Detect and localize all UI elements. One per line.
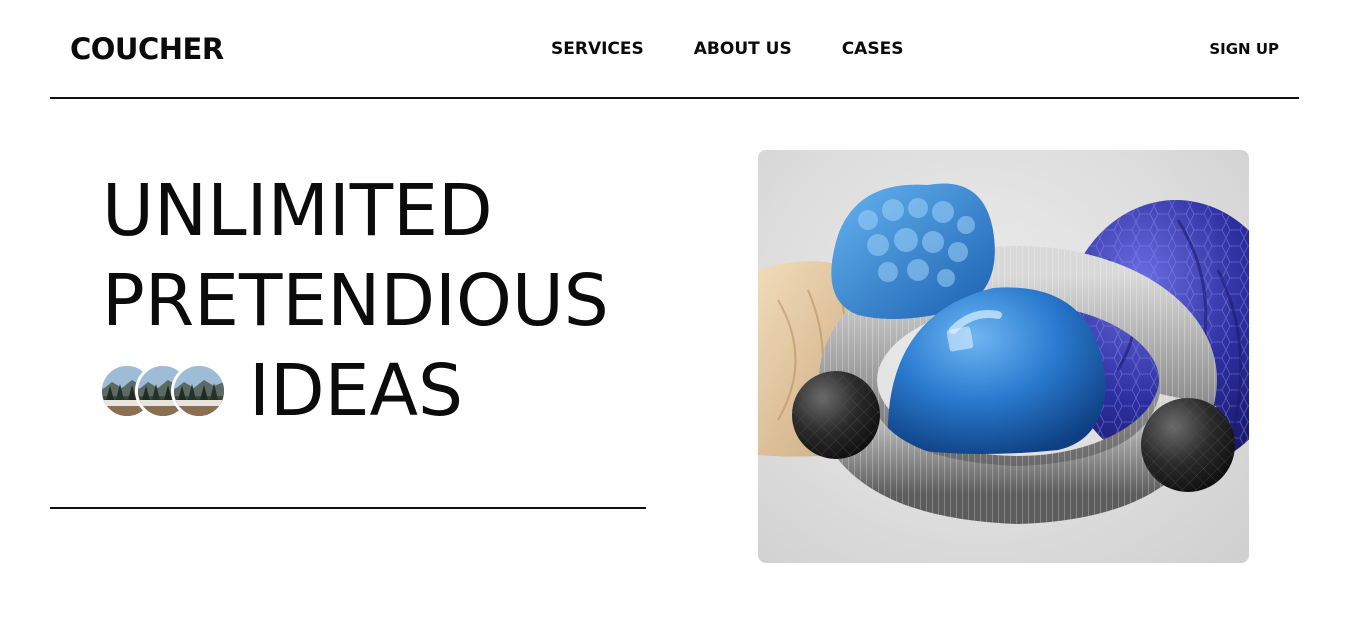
sign-up-link[interactable]: SIGN UP — [1209, 39, 1279, 59]
avatar-group — [99, 363, 227, 419]
hero-title-line-1: UNLIMITED — [102, 169, 493, 252]
landing-page: COUCHER SERVICES ABOUT US CASES SIGN UP … — [0, 0, 1348, 640]
logo[interactable]: COUCHER — [70, 31, 224, 67]
avatar — [171, 363, 227, 419]
hero-title-line-2: PRETENDIOUS — [102, 259, 609, 342]
abstract-3d-shapes-illustration — [758, 183, 1249, 525]
hero-title: UNLIMITED PRETENDIOUS IDEAS — [99, 166, 609, 436]
nav-link-about-us[interactable]: ABOUT US — [694, 38, 792, 60]
site-header: COUCHER SERVICES ABOUT US CASES SIGN UP — [50, 0, 1299, 99]
nav-link-services[interactable]: SERVICES — [551, 38, 644, 60]
main-nav: SERVICES ABOUT US CASES — [551, 38, 903, 60]
landscape-thumbnail-icon — [174, 366, 224, 416]
section-divider — [50, 507, 646, 509]
hero-3d-shapes-image — [758, 150, 1249, 563]
nav-link-cases[interactable]: CASES — [842, 38, 904, 60]
hero-title-line-3-row: IDEAS — [99, 346, 609, 436]
hero-title-line-3: IDEAS — [249, 349, 464, 432]
